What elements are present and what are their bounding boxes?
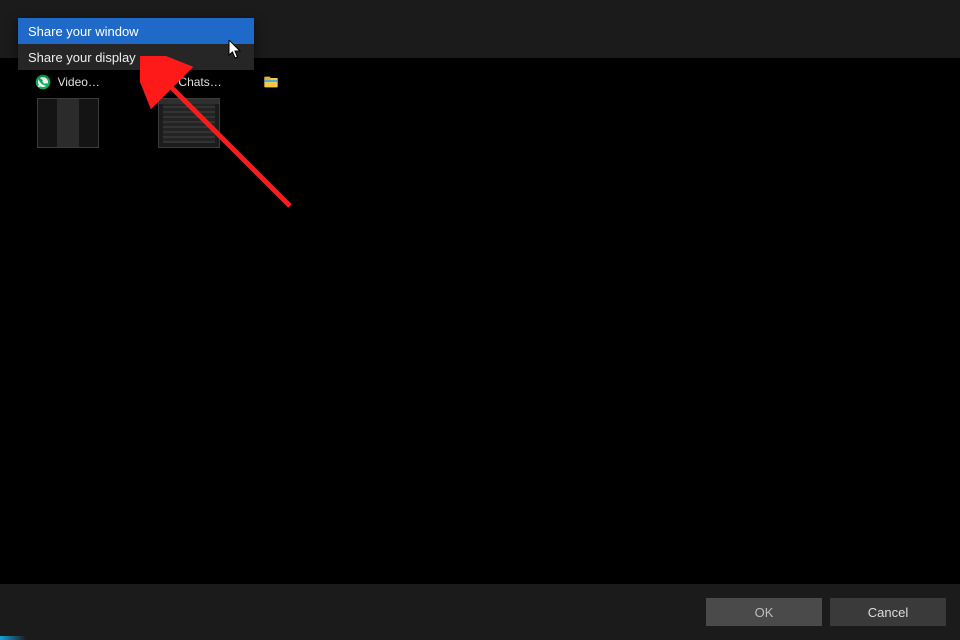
window-item[interactable]: Chats… [141, 74, 236, 148]
window-item-header [263, 74, 279, 90]
menu-item-label: Share your window [28, 24, 139, 39]
button-label: OK [755, 605, 774, 620]
share-menu: Share your window Share your display [18, 18, 254, 70]
window-thumbnail[interactable] [158, 98, 220, 148]
menu-item-share-display[interactable]: Share your display [18, 44, 254, 70]
menu-item-share-window[interactable]: Share your window [18, 18, 254, 44]
whatsapp-icon [35, 74, 51, 90]
window-thumbnails-row: Video… Chats… [20, 74, 280, 148]
window-item[interactable]: Video… [20, 74, 115, 148]
ok-button[interactable]: OK [706, 598, 822, 626]
whatsapp-icon [156, 74, 172, 90]
window-thumbnail[interactable] [37, 98, 99, 148]
dialog-footer: OK Cancel [0, 584, 960, 640]
window-item-label: Chats… [178, 75, 221, 89]
window-item-label: Video… [57, 75, 99, 89]
button-label: Cancel [868, 605, 908, 620]
file-explorer-icon [263, 74, 279, 90]
window-item-header: Chats… [156, 74, 221, 90]
menu-item-label: Share your display [28, 50, 136, 65]
cancel-button[interactable]: Cancel [830, 598, 946, 626]
window-item[interactable] [263, 74, 280, 148]
window-item-header: Video… [35, 74, 99, 90]
taskbar-glow [0, 636, 26, 640]
